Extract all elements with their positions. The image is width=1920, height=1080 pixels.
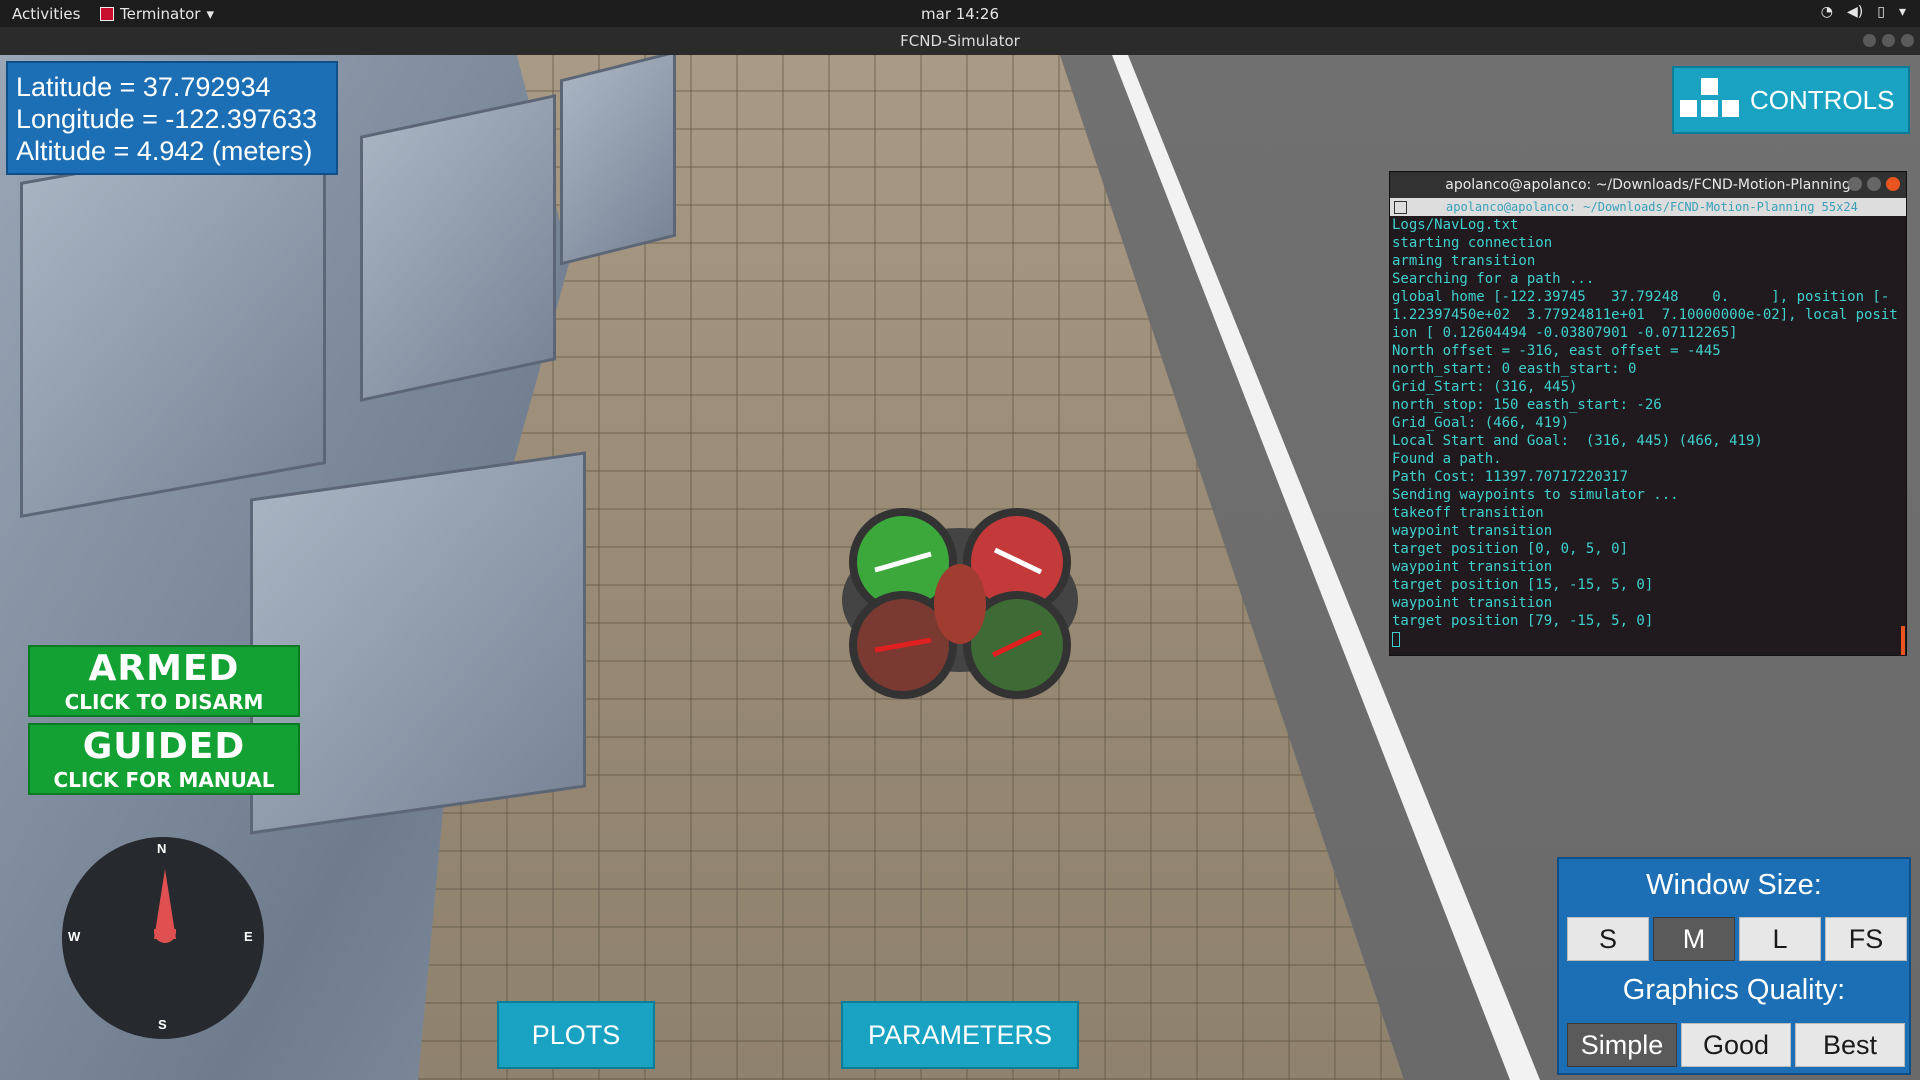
settings-panel: Window Size: S M L FS Graphics Quality: … [1557,857,1911,1075]
wifi-icon: ◔ [1820,4,1834,20]
window-size-options: S M L FS [1567,917,1907,961]
wall-panel [250,451,586,835]
graphics-quality-options: Simple Good Best [1567,1023,1905,1067]
window-controls [1863,34,1914,47]
close-icon[interactable] [1886,177,1900,191]
altitude-readout: Altitude = 4.942 (meters) [16,136,313,166]
terminal-output[interactable]: Logs/NavLog.txt starting connection armi… [1390,216,1906,655]
terminal-window[interactable]: apolanco@apolanco: ~/Downloads/FCND-Moti… [1390,172,1906,655]
terminal-title: apolanco@apolanco: ~/Downloads/FCND-Moti… [1445,177,1851,193]
latitude-readout: Latitude = 37.792934 [16,72,271,102]
gps-readout-panel: Latitude = 37.792934 Longitude = -122.39… [6,61,338,175]
quality-simple-button[interactable]: Simple [1567,1023,1677,1067]
quality-best-button[interactable]: Best [1795,1023,1905,1067]
graphics-quality-heading: Graphics Quality: [1622,974,1846,1006]
compass: N E S W [62,837,264,1039]
window-title: FCND-Simulator [900,32,1020,50]
terminal-layout-icon[interactable] [1394,201,1407,214]
window-size-fs-button[interactable]: FS [1825,917,1907,961]
quality-good-button[interactable]: Good [1681,1023,1791,1067]
compass-needle-base [154,929,176,943]
compass-north: N [157,841,167,856]
terminal-scrollbar[interactable] [1901,626,1905,655]
terminal-title-bar[interactable]: apolanco@apolanco: ~/Downloads/FCND-Moti… [1390,172,1906,198]
maximize-icon[interactable] [1867,177,1881,191]
system-top-bar: Activities Terminator ▾ mar 14:26 ◔ ◀) ▯… [0,0,1920,27]
window-size-l-button[interactable]: L [1739,917,1821,961]
window-size-m-button[interactable]: M [1653,917,1735,961]
wall-panel [360,94,556,402]
compass-south: S [158,1017,167,1032]
arm-toggle-button[interactable]: ARMED CLICK TO DISARM [28,645,300,717]
guided-action-label: CLICK FOR MANUAL [53,768,275,792]
terminal-tab-label: apolanco@apolanco: ~/Downloads/FCND-Moti… [1446,200,1858,214]
battery-icon: ▯ [1877,4,1885,20]
terminal-text: Logs/NavLog.txt starting connection armi… [1392,217,1898,629]
terminal-window-controls [1848,177,1900,191]
minimize-icon[interactable] [1848,177,1862,191]
guided-status: GUIDED [82,726,246,767]
maximize-icon[interactable] [1882,34,1895,47]
compass-west: W [68,929,81,944]
compass-east: E [244,929,253,944]
close-icon[interactable] [1901,34,1914,47]
system-tray[interactable]: ◔ ◀) ▯ ▾ [1821,4,1906,20]
window-title-bar: FCND-Simulator [0,27,1920,55]
window-size-s-button[interactable]: S [1567,917,1649,961]
guided-toggle-button[interactable]: GUIDED CLICK FOR MANUAL [28,723,300,795]
quadcopter-drone [842,508,1078,699]
plots-button[interactable]: PLOTS [497,1001,655,1069]
terminal-tab[interactable]: apolanco@apolanco: ~/Downloads/FCND-Moti… [1390,198,1906,216]
wall-panel [560,55,676,266]
clock[interactable]: mar 14:26 [0,5,1920,23]
wall-panel [20,128,326,518]
longitude-readout: Longitude = -122.397633 [16,104,318,134]
terminal-cursor [1392,631,1400,647]
keyboard-icon [1680,78,1740,122]
controls-button[interactable]: CONTROLS [1672,66,1910,134]
armed-action-label: CLICK TO DISARM [64,690,264,714]
armed-status: ARMED [88,648,240,689]
volume-icon: ◀) [1847,4,1864,20]
controls-label: CONTROLS [1750,84,1895,115]
chevron-down-icon: ▾ [1898,4,1906,20]
window-size-heading: Window Size: [1646,869,1822,901]
minimize-icon[interactable] [1863,34,1876,47]
parameters-button[interactable]: PARAMETERS [841,1001,1079,1069]
